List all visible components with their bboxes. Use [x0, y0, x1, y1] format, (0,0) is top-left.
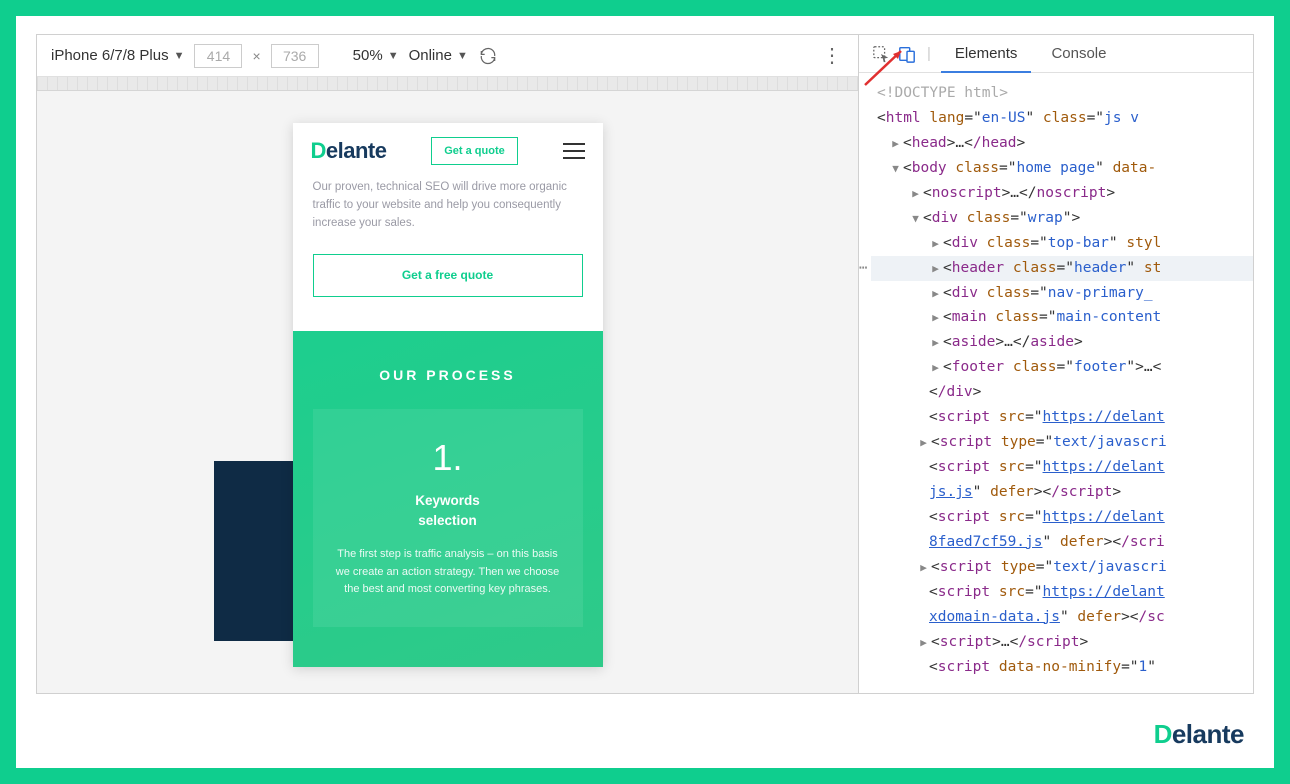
- devtools-toolbar: | Elements Console: [859, 35, 1253, 73]
- elements-panel: | Elements Console <!DOCTYPE html> <html…: [858, 35, 1253, 693]
- get-quote-button[interactable]: Get a quote: [431, 137, 518, 165]
- tab-console[interactable]: Console: [1037, 35, 1120, 73]
- inspect-element-icon[interactable]: [871, 44, 891, 64]
- tab-elements[interactable]: Elements: [941, 35, 1032, 73]
- hamburger-icon[interactable]: [563, 143, 585, 159]
- process-card: 1. Keywordsselection The first step is t…: [313, 409, 583, 627]
- site-header: Delante Get a quote: [293, 123, 603, 179]
- height-input[interactable]: 736: [271, 44, 319, 68]
- device-toolbar: iPhone 6/7/8 Plus ▼ 414 × 736 50% ▼ Onli…: [37, 35, 858, 77]
- device-name: iPhone 6/7/8 Plus: [51, 47, 169, 64]
- site-body: Our proven, technical SEO will drive mor…: [293, 179, 603, 331]
- process-section: OUR PROCESS 1. Keywordsselection The fir…: [293, 331, 603, 667]
- separator: |: [927, 45, 931, 62]
- zoom-selector[interactable]: 50% ▼: [353, 47, 399, 64]
- device-toggle-icon[interactable]: [897, 44, 917, 64]
- kebab-menu-icon[interactable]: ⋮: [822, 43, 844, 68]
- process-heading: OUR PROCESS: [313, 367, 583, 383]
- dom-tree[interactable]: <!DOCTYPE html> <html lang="en-US" class…: [859, 73, 1253, 693]
- width-input[interactable]: 414: [194, 44, 242, 68]
- free-quote-button[interactable]: Get a free quote: [313, 254, 583, 297]
- chevron-down-icon: ▼: [388, 50, 399, 62]
- device-selector[interactable]: iPhone 6/7/8 Plus ▼: [51, 47, 184, 64]
- viewport: Delante Get a quote Our proven, technica…: [37, 91, 858, 693]
- devtools-window: iPhone 6/7/8 Plus ▼ 414 × 736 50% ▼ Onli…: [36, 34, 1254, 694]
- watermark-logo: Delante: [1154, 719, 1244, 750]
- rotate-icon[interactable]: [478, 46, 498, 66]
- dimension-separator: ×: [252, 48, 260, 64]
- throttle-selector[interactable]: Online ▼: [409, 47, 468, 64]
- site-logo[interactable]: Delante: [311, 138, 387, 164]
- device-emulator-pane: iPhone 6/7/8 Plus ▼ 414 × 736 50% ▼ Onli…: [37, 35, 858, 693]
- card-number: 1.: [333, 437, 563, 479]
- zoom-value: 50%: [353, 47, 383, 64]
- intro-text: Our proven, technical SEO will drive mor…: [313, 179, 583, 232]
- responsive-ruler: [37, 77, 858, 91]
- chevron-down-icon: ▼: [174, 50, 185, 62]
- card-title: Keywordsselection: [333, 491, 563, 530]
- card-description: The first step is traffic analysis – on …: [333, 546, 563, 599]
- chevron-down-icon: ▼: [457, 50, 468, 62]
- outer-frame: iPhone 6/7/8 Plus ▼ 414 × 736 50% ▼ Onli…: [16, 16, 1274, 768]
- phone-preview: Delante Get a quote Our proven, technica…: [293, 123, 603, 667]
- throttle-value: Online: [409, 47, 452, 64]
